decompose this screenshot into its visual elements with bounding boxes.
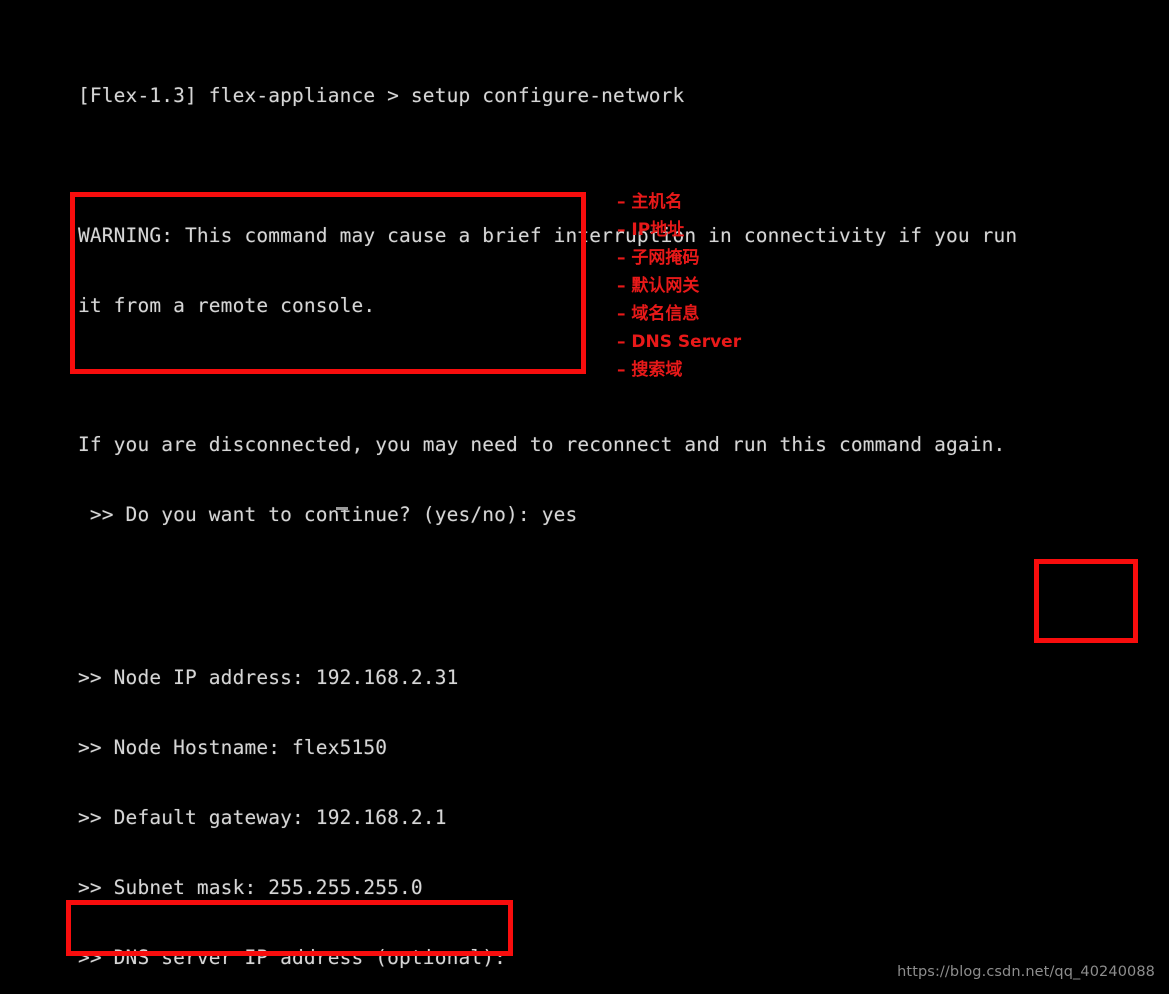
net-param-default-gateway: >> Default gateway: 192.168.2.1: [78, 806, 447, 830]
annotation-list: – 主机名 – IP地址 – 子网掩码 – 默认网关 – 域名信息 – DNS …: [617, 188, 741, 384]
net-param-subnet-mask: >> Subnet mask: 255.255.255.0: [78, 875, 423, 899]
prompt-line-top: [Flex-1.3] flex-appliance > setup config…: [78, 83, 685, 107]
continue-prompt-line: >> Do you want to continue? (yes/no): ye…: [78, 503, 578, 527]
annotation-dns-server: – DNS Server: [617, 332, 742, 352]
annotation-ip-address: – IP地址: [617, 220, 685, 240]
annotation-default-gateway: – 默认网关: [617, 276, 700, 296]
annotation-hostname: – 主机名: [617, 192, 683, 212]
annotation-domain-info: – 域名信息: [617, 304, 700, 324]
stray-dash-artifact: [336, 507, 348, 510]
disconnect-notice-line: If you are disconnected, you may need to…: [78, 433, 1006, 457]
terminal-screen: [Flex-1.3] flex-appliance > setup config…: [0, 0, 1169, 994]
net-param-node-ip: >> Node IP address: 192.168.2.31: [78, 666, 459, 690]
annotation-subnet-mask: – 子网掩码: [617, 248, 700, 268]
watermark-url: https://blog.csdn.net/qq_40240088: [897, 964, 1155, 980]
annotation-search-domain: – 搜索域: [617, 360, 683, 380]
terminal-output[interactable]: [Flex-1.3] flex-appliance > setup config…: [78, 14, 1163, 994]
net-param-hostname: >> Node Hostname: flex5150: [78, 736, 388, 760]
